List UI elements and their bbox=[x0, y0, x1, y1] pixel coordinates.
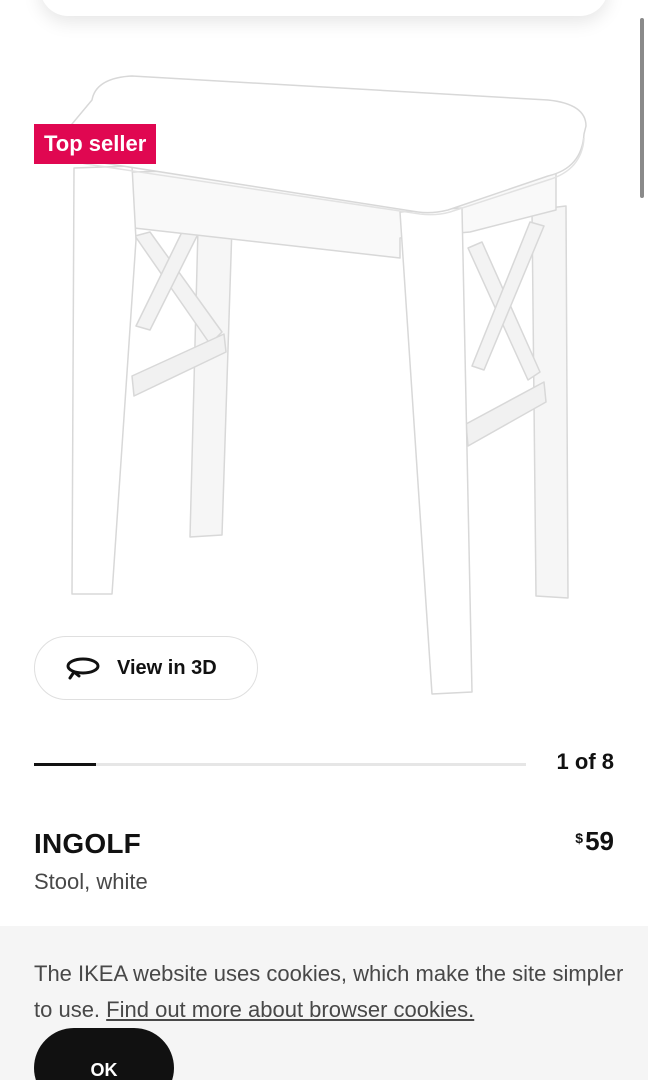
product-image-gallery[interactable]: Top seller View in 3D bbox=[0, 40, 648, 720]
gallery-progress-bar bbox=[34, 763, 526, 766]
view-in-3d-button[interactable]: View in 3D bbox=[34, 636, 258, 700]
cookie-banner: The IKEA website uses cookies, which mak… bbox=[0, 926, 648, 1080]
cookie-info-link[interactable]: Find out more about browser cookies. bbox=[106, 997, 474, 1022]
header-shadow bbox=[40, 0, 608, 16]
cookie-ok-button[interactable]: OK bbox=[34, 1028, 174, 1080]
product-name[interactable]: INGOLF bbox=[34, 828, 141, 860]
view-in-3d-label: View in 3D bbox=[117, 656, 217, 679]
cookie-text: The IKEA website uses cookies, which mak… bbox=[34, 956, 624, 1028]
price-value: 59 bbox=[585, 826, 614, 856]
product-description: Stool, white bbox=[34, 869, 148, 894]
image-counter: 1 of 8 bbox=[556, 749, 614, 774]
top-seller-badge: Top seller bbox=[34, 124, 157, 164]
gallery-progress-fill bbox=[34, 763, 96, 766]
product-price: $59 bbox=[575, 826, 614, 857]
price-currency: $ bbox=[575, 830, 584, 846]
rotate-3d-icon bbox=[65, 656, 101, 680]
